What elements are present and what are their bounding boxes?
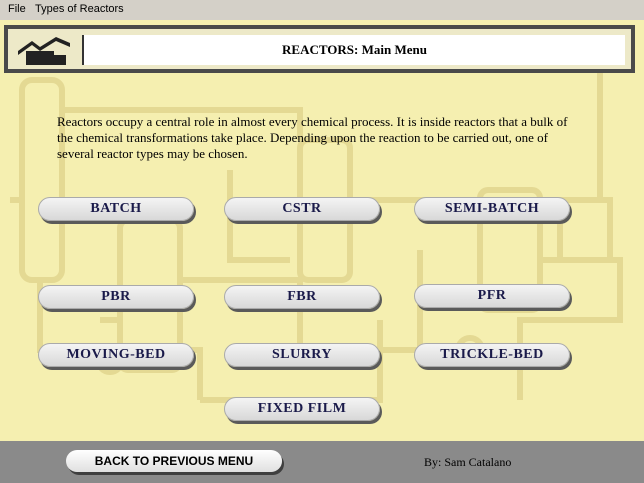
background-pipes-graphic [10,60,623,403]
cstr-button[interactable]: CSTR [224,197,380,221]
moving-bed-button[interactable]: MOVING-BED [38,343,194,367]
reactor-logo-icon [18,37,70,65]
fixed-film-button[interactable]: FIXED FILM [224,397,380,421]
pbr-button[interactable]: PBR [38,285,194,309]
trickle-bed-button[interactable]: TRICKLE-BED [414,343,570,367]
fbr-button[interactable]: FBR [224,285,380,309]
back-to-previous-menu-button[interactable]: BACK TO PREVIOUS MENU [66,450,282,472]
page-title: REACTORS: Main Menu [82,35,625,65]
header-panel: REACTORS: Main Menu [4,25,635,73]
author-credit: By: Sam Catalano [424,455,512,469]
main-content: REACTORS: Main Menu Reactors occupy a ce… [0,20,644,441]
batch-button[interactable]: BATCH [38,197,194,221]
menu-file[interactable]: File [8,3,26,15]
menu-bar: File Types of Reactors [0,0,644,20]
menu-types-of-reactors[interactable]: Types of Reactors [35,3,124,15]
slurry-button[interactable]: SLURRY [224,343,380,367]
pfr-button[interactable]: PFR [414,284,570,308]
semi-batch-button[interactable]: SEMI-BATCH [414,197,570,221]
intro-text: Reactors occupy a central role in almost… [57,114,568,161]
